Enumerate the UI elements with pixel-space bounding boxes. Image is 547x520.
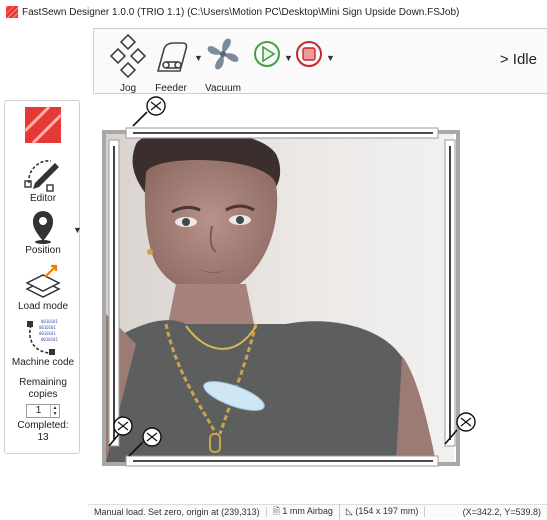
load-mode-label: Load mode: [17, 301, 69, 312]
layers-icon: [25, 264, 61, 298]
remaining-copies: Remaining copies 1 ▲ ▼ Completed: 13: [5, 377, 81, 444]
document-icon: 🗎: [272, 505, 280, 516]
brand-logo-icon: [23, 105, 63, 145]
completed-value: 13: [37, 432, 49, 443]
vacuum-button[interactable]: Vacuum: [200, 29, 246, 94]
airbag-status: 🗎 1 mm Airbag: [267, 503, 340, 520]
size-label: (154 x 197 mm): [355, 506, 419, 516]
status-message: Manual load. Set zero, origin at (239,31…: [88, 506, 267, 517]
vacuum-fan-icon: [207, 38, 239, 70]
svg-text:0010101: 0010101: [41, 337, 58, 342]
size-status: ◺ (154 x 197 mm): [340, 506, 426, 517]
position-pin-icon: [33, 211, 53, 244]
position-dropdown-icon[interactable]: ▼: [73, 225, 82, 235]
left-sidebar: Editor Position ▼ Load mode 0010101 0010…: [4, 100, 82, 454]
sewing-path-overlay: [108, 96, 476, 467]
play-button[interactable]: [252, 29, 282, 79]
position-button[interactable]: Position: [5, 207, 81, 256]
svg-text:0010101: 0010101: [39, 325, 56, 330]
window-title: FastSewn Designer 1.0.0 (TRIO 1.1) (C:\U…: [22, 6, 460, 18]
decrement-icon[interactable]: ▼: [51, 411, 59, 417]
editor-button[interactable]: Editor: [5, 153, 81, 204]
play-icon: [254, 41, 280, 67]
completed-label: Completed:: [17, 420, 69, 431]
svg-text:0010101: 0010101: [41, 319, 58, 324]
brand-button[interactable]: [5, 105, 81, 145]
measure-icon: ◺: [345, 506, 353, 516]
stop-button[interactable]: [294, 29, 324, 79]
machine-status: > Idle: [499, 51, 537, 68]
copies-stepper[interactable]: 1 ▲ ▼: [26, 404, 60, 418]
svg-text:0010101: 0010101: [39, 331, 56, 336]
load-mode-button[interactable]: Load mode: [5, 261, 81, 312]
stop-dropdown-icon[interactable]: ▼: [326, 53, 335, 63]
cursor-coords: (X=342.2, Y=539.8): [462, 506, 541, 517]
machine-code-button[interactable]: 0010101 0010101 0010101 0010101 Machine …: [5, 315, 81, 368]
machine-code-label: Machine code: [11, 357, 75, 368]
feeder-button[interactable]: Feeder: [150, 29, 192, 94]
editor-label: Editor: [29, 193, 57, 204]
copies-value[interactable]: 1: [27, 405, 50, 417]
remaining-copies-label: Remaining copies: [19, 377, 67, 400]
app-logo-icon: [6, 6, 18, 18]
position-label: Position: [25, 245, 61, 256]
airbag-label: 1 mm Airbag: [282, 505, 333, 516]
scissors-icon: [113, 96, 476, 447]
play-dropdown-icon[interactable]: ▼: [284, 53, 293, 63]
title-bar: FastSewn Designer 1.0.0 (TRIO 1.1) (C:\U…: [0, 0, 547, 24]
jog-button[interactable]: Jog: [108, 29, 148, 94]
feeder-icon: [156, 42, 188, 72]
jog-icon: [109, 33, 147, 79]
stop-icon: [296, 41, 322, 67]
editor-pen-icon: [24, 160, 59, 192]
toolbar: Jog Feeder ▼ Vacuum ▼ ▼ > Idle: [93, 28, 547, 94]
status-bar: Manual load. Set zero, origin at (239,31…: [88, 503, 547, 520]
machine-code-icon: 0010101 0010101 0010101 0010101: [27, 319, 58, 355]
